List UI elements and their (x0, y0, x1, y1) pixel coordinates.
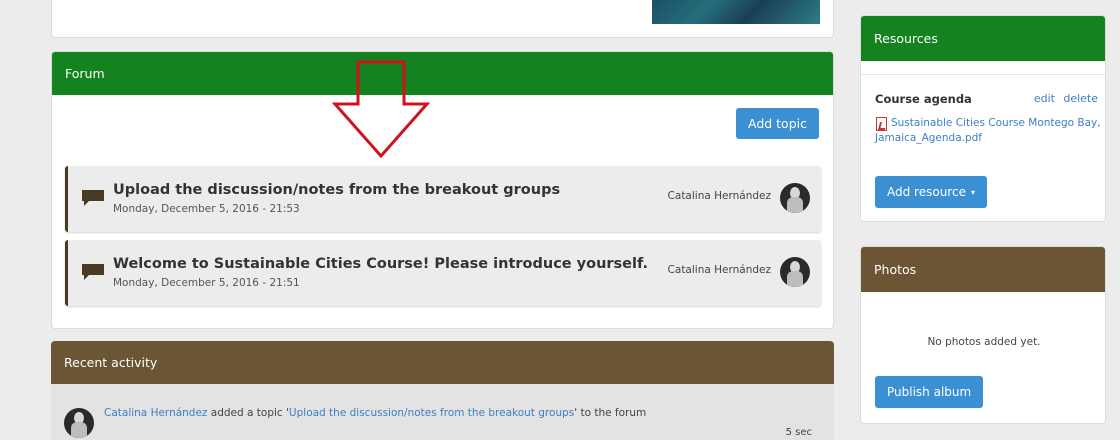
divider (861, 74, 1105, 75)
resource-file-link[interactable]: Sustainable Cities Course Montego Bay, J… (875, 116, 1105, 146)
resources-title: Resources (874, 31, 938, 46)
topic-author: Catalina Hernández (667, 264, 771, 276)
forum-topic[interactable]: Upload the discussion/notes from the bre… (65, 166, 821, 232)
empty-photos-message: No photos added yet. (927, 336, 1041, 348)
speech-bubble-icon (82, 190, 104, 206)
avatar[interactable] (780, 257, 810, 287)
recent-activity-header: Recent activity (51, 341, 834, 384)
recent-activity-card: Recent activity Catalina Hernández added… (51, 341, 834, 440)
resource-item-title: Course agenda (875, 92, 972, 106)
topic-author: Catalina Hernández (667, 190, 771, 202)
recent-activity-title: Recent activity (64, 355, 158, 370)
activity-text-before: added a topic ' (207, 407, 289, 419)
resources-header: Resources (861, 16, 1105, 61)
topic-date: Monday, December 5, 2016 - 21:51 (113, 277, 300, 289)
photos-card: Photos No photos added yet. Publish albu… (860, 246, 1106, 424)
resources-card: Resources Course agenda edit delete Sust… (860, 15, 1106, 222)
top-content-card (51, 0, 834, 38)
publish-album-button[interactable]: Publish album (875, 376, 984, 408)
forum-card: Forum Add topic Upload the discussion/no… (51, 51, 834, 329)
caret-down-icon: ▾ (970, 187, 975, 197)
forum-header-title: Forum (65, 66, 105, 81)
activity-timestamp: 5 sec (785, 427, 812, 438)
avatar[interactable] (780, 183, 810, 213)
add-resource-button[interactable]: Add resource ▾ (875, 176, 987, 208)
edit-resource-link[interactable]: edit (1034, 92, 1055, 105)
photos-title: Photos (874, 262, 917, 277)
activity-list: Catalina Hernández added a topic 'Upload… (51, 384, 834, 440)
delete-resource-link[interactable]: delete (1063, 92, 1098, 105)
add-resource-label: Add resource (887, 185, 966, 199)
cover-image (652, 0, 820, 24)
forum-topic[interactable]: Welcome to Sustainable Cities Course! Pl… (65, 240, 821, 306)
topic-title[interactable]: Upload the discussion/notes from the bre… (113, 182, 560, 198)
red-down-arrow-icon (332, 60, 430, 159)
forum-header: Forum (52, 52, 833, 95)
add-topic-button[interactable]: Add topic (735, 108, 819, 139)
speech-bubble-icon (82, 264, 104, 280)
activity-text-after: ' to the forum (574, 407, 647, 419)
activity-item: Catalina Hernández added a topic 'Upload… (104, 407, 646, 419)
photos-header: Photos (861, 247, 1105, 292)
topic-date: Monday, December 5, 2016 - 21:53 (113, 203, 300, 215)
activity-user-link[interactable]: Catalina Hernández (104, 407, 207, 419)
activity-topic-link[interactable]: Upload the discussion/notes from the bre… (289, 407, 574, 419)
avatar[interactable] (64, 408, 94, 438)
topic-title[interactable]: Welcome to Sustainable Cities Course! Pl… (113, 256, 648, 272)
